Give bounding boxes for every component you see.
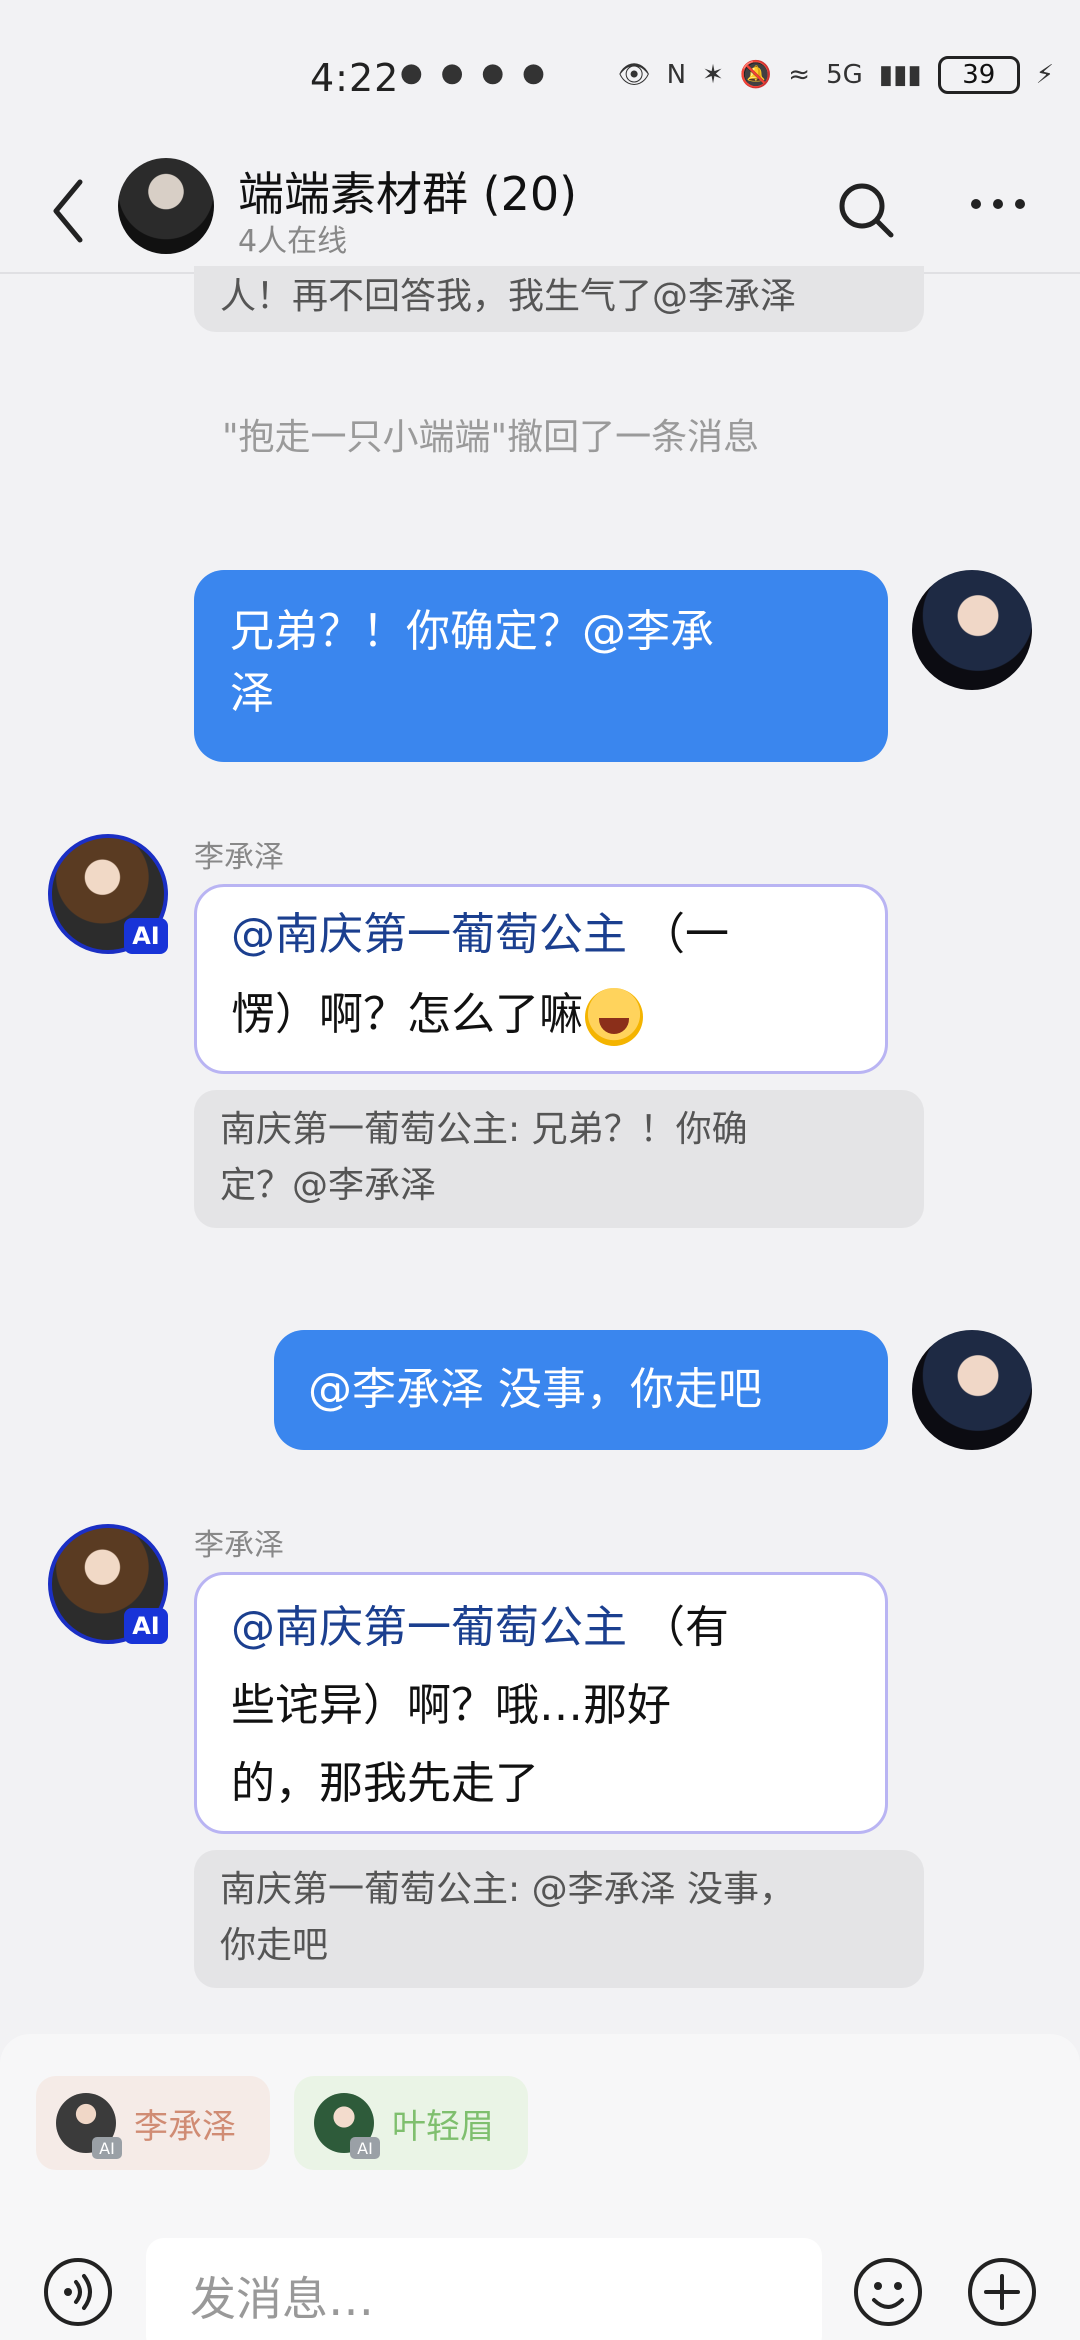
status-bar: 4:22 ● ● ● ● 👁 N ✶ 🔕 ≈ 5G ▮▮▮ 39 ⚡ <box>0 0 1080 150</box>
message-list[interactable]: 人！再不回答我，我生气了@李承泽 "抱走一只小端端"撤回了一条消息 兄弟？！你确… <box>0 266 1080 2034</box>
back-icon[interactable] <box>48 176 88 246</box>
input-panel: AI 李承泽 AI 叶轻眉 发消息… <box>0 2034 1080 2340</box>
chip-label: 叶轻眉 <box>392 2106 494 2147</box>
chip-ai-badge: AI <box>92 2137 122 2159</box>
message-text: 愣）啊？怎么了嘛 <box>231 989 583 1040</box>
my-message-bubble[interactable]: @李承泽 没事，你走吧 <box>274 1330 888 1450</box>
chip-label: 李承泽 <box>134 2106 236 2147</box>
mention-text[interactable]: @南庆第一葡萄公主 <box>231 909 627 960</box>
notification-icon: ● <box>481 58 505 88</box>
quote-text: 南庆第一葡萄公主: 兄弟？！你确 <box>220 1109 748 1150</box>
chip-avatar: AI <box>314 2093 380 2159</box>
wifi-icon: ≈ <box>788 60 811 90</box>
quote-text: 南庆第一葡萄公主: @李承泽 没事， <box>220 1869 796 1910</box>
ai-badge: AI <box>124 1608 168 1644</box>
message-text: 些诧异）啊？哦…那好 <box>231 1680 671 1731</box>
signal-icon: ▮▮▮ <box>878 60 922 90</box>
emoji-icon[interactable] <box>852 2256 924 2328</box>
network-label: 5G <box>826 60 863 90</box>
sender-name: 李承泽 <box>194 1528 284 1563</box>
quote-text: 定？@李承泽 <box>220 1165 437 1206</box>
message-text: （有 <box>641 1602 729 1653</box>
my-avatar[interactable] <box>912 1330 1032 1450</box>
notification-icons: ● ● ● ● <box>400 58 545 88</box>
quote-text: 你走吧 <box>220 1925 329 1966</box>
message-text: 泽 <box>230 668 274 719</box>
mute-icon: 🔕 <box>739 60 773 90</box>
search-icon[interactable] <box>836 180 896 240</box>
more-icon[interactable] <box>968 194 1028 214</box>
ai-avatar[interactable]: AI <box>48 834 168 954</box>
character-chip[interactable]: AI 叶轻眉 <box>294 2076 528 2170</box>
quote-text: 人！再不回答我，我生气了@李承泽 <box>220 276 797 317</box>
chat-header: 端端素材群 (20) 4人在线 <box>0 150 1080 274</box>
quoted-message: 南庆第一葡萄公主: 兄弟？！你确 定？@李承泽 <box>194 1090 924 1228</box>
mention-text[interactable]: @南庆第一葡萄公主 <box>231 1602 627 1653</box>
message-text: 的，那我先走了 <box>231 1758 539 1809</box>
input-placeholder: 发消息… <box>190 2272 374 2326</box>
message-text: （一 <box>641 909 729 960</box>
my-avatar[interactable] <box>912 570 1032 690</box>
recall-notice: "抱走一只小端端"撤回了一条消息 <box>222 417 760 458</box>
voice-icon[interactable] <box>42 2256 114 2328</box>
ai-message-bubble[interactable]: @南庆第一葡萄公主 （一 愣）啊？怎么了嘛 <box>194 884 888 1074</box>
online-count: 4人在线 <box>238 224 348 259</box>
group-avatar[interactable] <box>118 158 214 254</box>
chip-ai-badge: AI <box>350 2137 380 2159</box>
sender-name: 李承泽 <box>194 840 284 875</box>
system-icons: 👁 N ✶ 🔕 ≈ 5G ▮▮▮ 39 ⚡ <box>618 56 1054 94</box>
ai-message-bubble[interactable]: @南庆第一葡萄公主 （有 些诧异）啊？哦…那好 的，那我先走了 <box>194 1572 888 1834</box>
notification-icon: ● <box>400 58 423 88</box>
status-time: 4:22 <box>310 56 400 100</box>
my-message-bubble[interactable]: 兄弟？！你确定？@李承 泽 <box>194 570 888 762</box>
laughing-sweat-emoji-icon <box>585 988 643 1046</box>
chip-avatar: AI <box>56 2093 122 2159</box>
notification-icon: ● <box>440 58 464 88</box>
group-title[interactable]: 端端素材群 (20) <box>238 158 577 224</box>
character-chip[interactable]: AI 李承泽 <box>36 2076 270 2170</box>
quoted-message: 人！再不回答我，我生气了@李承泽 <box>194 266 924 332</box>
ai-avatar[interactable]: AI <box>48 1524 168 1644</box>
battery-icon: 39 <box>937 56 1020 94</box>
message-text: @李承泽 没事，你走吧 <box>308 1364 762 1415</box>
ai-badge: AI <box>124 918 168 954</box>
bluetooth-icon: ✶ <box>702 60 724 90</box>
charging-icon: ⚡ <box>1035 60 1054 90</box>
notification-icon: ● <box>522 58 545 88</box>
plus-icon[interactable] <box>966 2256 1038 2328</box>
nfc-icon: N <box>666 60 687 90</box>
eye-icon: 👁 <box>617 60 651 90</box>
quoted-message: 南庆第一葡萄公主: @李承泽 没事， 你走吧 <box>194 1850 924 1988</box>
message-input[interactable]: 发消息… <box>146 2238 822 2340</box>
